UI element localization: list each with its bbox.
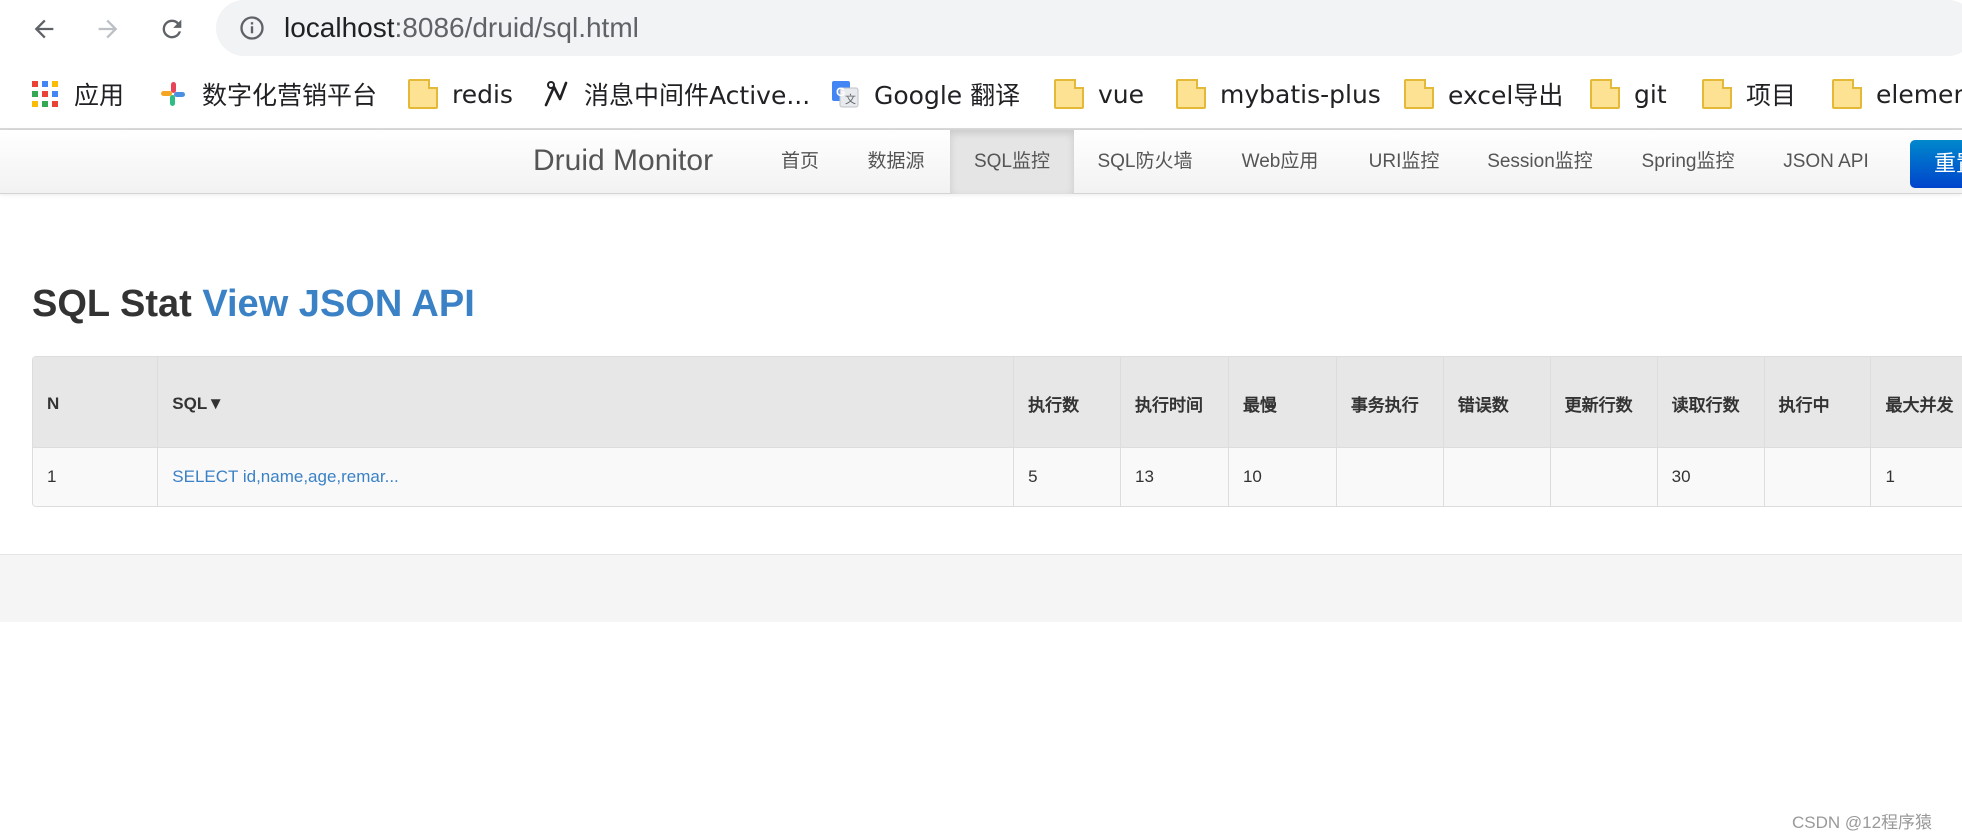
colorful-pinwheel-icon (161, 82, 185, 106)
col-header-max-concurrent[interactable]: 最大并发 (1870, 357, 1962, 447)
folder-icon (1404, 79, 1434, 109)
nav-json-api[interactable]: JSON API (1770, 130, 1882, 194)
col-header-in-transaction[interactable]: 事务执行 (1335, 357, 1444, 447)
col-header-running[interactable]: 执行中 (1763, 357, 1871, 447)
nav-session-monitor[interactable]: Session监控 (1476, 130, 1604, 194)
sql-table: N SQL▼ 执行数 执行时间 最慢 事务执行 错误数 更新行数 读取行数 执行… (33, 357, 1962, 506)
sql-stat-table: N SQL▼ 执行数 执行时间 最慢 事务执行 错误数 更新行数 读取行数 执行… (32, 356, 1962, 507)
bookmark-marketing-platform[interactable]: 数字化营销平台 (158, 74, 377, 114)
bookmark-element[interactable]: element (1832, 74, 1962, 114)
folder-icon (1702, 79, 1732, 109)
nav-home[interactable]: 首页 (756, 130, 844, 194)
bookmark-redis[interactable]: redis (408, 74, 513, 114)
svg-text:G: G (836, 85, 845, 99)
activemq-feather-icon (544, 81, 568, 107)
cell-exec-time: 13 (1120, 447, 1229, 506)
col-header-exec-count[interactable]: 执行数 (1013, 357, 1121, 447)
folder-icon (408, 79, 438, 109)
table-row: 1 SELECT id,name,age,remar... 5 13 10 30… (33, 447, 1962, 506)
footer (0, 554, 1962, 622)
bookmark-vue[interactable]: vue (1054, 74, 1144, 114)
table-header-row: N SQL▼ 执行数 执行时间 最慢 事务执行 错误数 更新行数 读取行数 执行… (33, 357, 1962, 447)
nav-uri-monitor[interactable]: URI监控 (1354, 130, 1454, 194)
google-translate-icon: G 文 (832, 81, 859, 108)
url-host: localhost (284, 12, 395, 43)
bookmark-excel-export[interactable]: excel导出 (1404, 74, 1563, 114)
col-header-exec-time[interactable]: 执行时间 (1120, 357, 1229, 447)
folder-icon (1176, 79, 1206, 109)
reload-button[interactable] (152, 9, 192, 49)
watermark: CSDN @12程序猿 (1792, 813, 1933, 832)
cell-exec-count: 5 (1013, 447, 1121, 506)
bookmark-git[interactable]: git (1590, 74, 1667, 114)
address-bar[interactable]: localhost:8086/druid/sql.html (216, 0, 1962, 56)
nav-web-app[interactable]: Web应用 (1230, 130, 1330, 194)
cell-n: 1 (47, 466, 57, 486)
cell-max-concurrent: 1 (1870, 447, 1962, 506)
col-header-sql[interactable]: SQL▼ (157, 357, 1014, 447)
col-header-update-rows[interactable]: 更新行数 (1549, 357, 1658, 447)
url-path: :8086/druid/sql.html (394, 12, 639, 43)
nav-datasource[interactable]: 数据源 (848, 130, 944, 194)
bookmark-label: mybatis-plus (1220, 79, 1381, 109)
col-header-error-count[interactable]: 错误数 (1442, 357, 1551, 447)
svg-text:文: 文 (845, 92, 856, 106)
arrow-right-icon (98, 19, 118, 39)
brand-title[interactable]: Druid Monitor (533, 144, 713, 178)
folder-icon (1832, 79, 1862, 109)
bookmark-label: redis (452, 79, 513, 109)
bookmark-label: 消息中间件Active... (584, 81, 811, 110)
bookmark-label: 应用 (74, 81, 125, 110)
forward-button[interactable] (88, 9, 128, 49)
col-header-fetch-rows[interactable]: 读取行数 (1656, 357, 1765, 447)
bookmark-label: 数字化营销平台 (202, 81, 378, 110)
reset-button[interactable]: 重置 (1910, 140, 1962, 188)
reload-icon (162, 19, 182, 39)
page-title: SQL Stat View JSON API (32, 283, 475, 326)
view-json-api-link[interactable]: View JSON API (202, 283, 474, 325)
bookmark-label: Google 翻译 (874, 81, 1021, 110)
folder-icon (1054, 79, 1084, 109)
cell-running (1763, 447, 1871, 506)
col-header-n[interactable]: N (33, 357, 158, 447)
bookmark-label: 项目 (1746, 81, 1797, 110)
back-button[interactable] (24, 9, 64, 49)
cell-error-count (1442, 447, 1551, 506)
nav-sql-firewall[interactable]: SQL防火墙 (1080, 130, 1210, 194)
bookmark-label: git (1634, 79, 1667, 109)
cell-fetch-rows: 30 (1656, 447, 1765, 506)
bookmark-label: excel导出 (1448, 81, 1564, 110)
arrow-left-icon (34, 19, 54, 39)
page-title-text: SQL Stat (32, 283, 192, 325)
col-header-slowest[interactable]: 最慢 (1227, 357, 1337, 447)
cell-in-transaction (1335, 447, 1444, 506)
bookmark-projects[interactable]: 项目 (1702, 74, 1796, 114)
bookmark-google-translate[interactable]: G 文 Google 翻译 (830, 74, 1020, 114)
cell-update-rows (1549, 447, 1658, 506)
bookmark-apps[interactable]: 应用 (30, 74, 124, 114)
cell-sql: SELECT id,name,age,remar... (157, 447, 1014, 506)
druid-navbar: Druid Monitor 首页 数据源 SQL监控 SQL防火墙 Web应用 … (0, 130, 1962, 194)
browser-toolbar: localhost:8086/druid/sql.html (0, 0, 1962, 58)
bookmark-activemq[interactable]: 消息中间件Active... (540, 74, 810, 114)
bookmark-label: element (1876, 79, 1962, 109)
bookmark-mybatis-plus[interactable]: mybatis-plus (1176, 74, 1381, 114)
url-text: localhost:8086/druid/sql.html (284, 11, 639, 45)
bookmarks-bar: 应用 数字化营销平台 redis 消息中间件Active... G 文 Goog… (0, 58, 1962, 130)
site-info-icon[interactable] (238, 14, 266, 42)
sql-detail-link[interactable]: SELECT id,name,age,remar... (172, 467, 398, 486)
nav-sql-monitor[interactable]: SQL监控 (950, 130, 1074, 194)
nav-spring-monitor[interactable]: Spring监控 (1630, 130, 1746, 194)
bookmark-label: vue (1098, 79, 1145, 109)
apps-grid-icon (32, 81, 58, 107)
folder-icon (1590, 79, 1620, 109)
cell-slowest: 10 (1227, 447, 1337, 506)
